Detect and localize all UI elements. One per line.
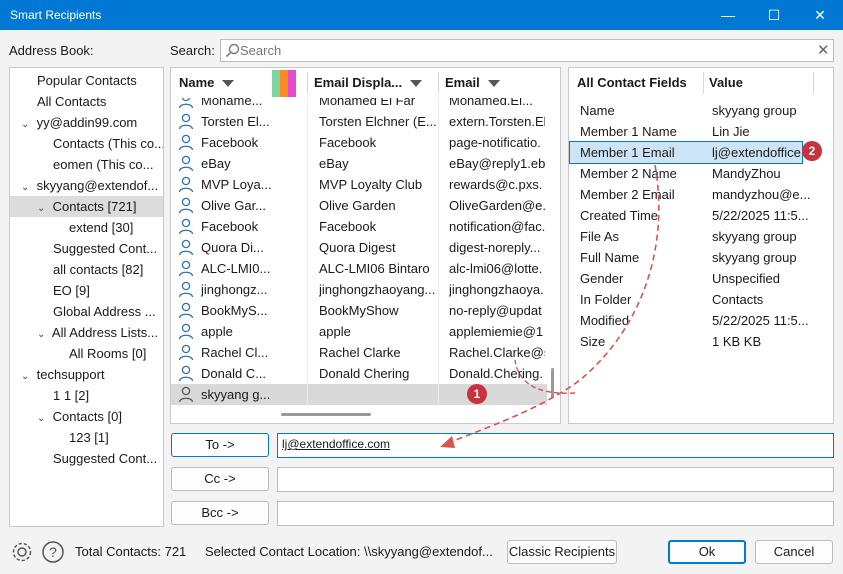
cancel-button[interactable]: Cancel <box>755 540 833 564</box>
step-badge-1: 1 <box>467 384 487 404</box>
ok-button[interactable]: Ok <box>668 540 746 564</box>
total-contacts-label: Total Contacts: 721 <box>75 544 187 559</box>
classic-recipients-button[interactable]: Classic Recipients <box>507 540 617 564</box>
gear-icon[interactable] <box>10 540 34 564</box>
selected-location-label: Selected Contact Location: \\skyyang@ext… <box>205 544 493 559</box>
help-icon[interactable]: ? <box>41 540 65 564</box>
annotation-arrow <box>440 164 660 448</box>
svg-text:?: ? <box>49 544 57 560</box>
step-badge-2: 2 <box>802 141 822 161</box>
